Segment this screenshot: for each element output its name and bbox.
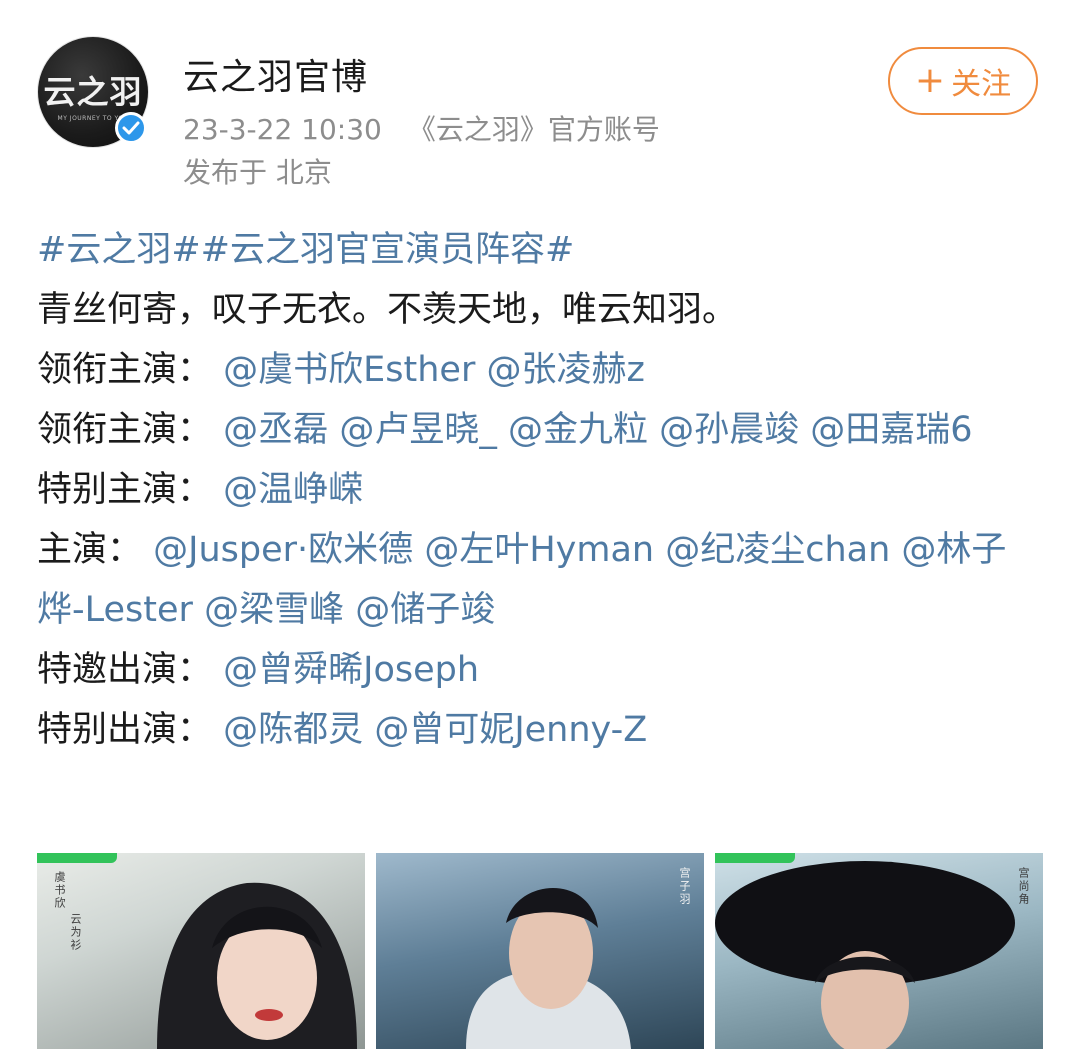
account-name[interactable]: 云之羽官博: [183, 48, 368, 100]
weibo-post: 云之羽 MY JOURNEY TO YOU 云之羽官博 23-3-22 10:3…: [0, 0, 1080, 1049]
hashtag-link[interactable]: #云之羽#: [37, 230, 201, 270]
post-content: #云之羽##云之羽官宣演员阵容# 青丝何寄，叹子无衣。不羡天地，唯云知羽。 领衔…: [37, 220, 1047, 760]
mention-link[interactable]: @孙晨竣: [659, 410, 799, 450]
checkmark-icon: [122, 121, 140, 135]
mention-link[interactable]: @金九粒: [508, 410, 648, 450]
cast-row-label: 领衔主演：: [37, 350, 213, 390]
cast-row-label: 特邀出演：: [37, 650, 213, 690]
hashtag-line: #云之羽##云之羽官宣演员阵容#: [37, 220, 1047, 280]
cast-row: 特别主演： @温峥嵘: [37, 460, 1047, 520]
cast-row: 主演： @Jusper·欧米德 @左叶Hyman @纪凌尘chan @林子烨-L…: [37, 520, 1047, 640]
follow-button[interactable]: + 关注: [888, 47, 1038, 115]
mention-link[interactable]: @Jusper·欧米德: [153, 530, 413, 570]
poster-image[interactable]: 虞书欣 云为衫: [37, 853, 365, 1049]
mention-link[interactable]: @丞磊: [223, 410, 328, 450]
poster-figure: [715, 861, 1015, 1049]
image-grid: 虞书欣 云为衫 宫子羽 宫尚角: [37, 853, 1043, 1049]
mention-link[interactable]: @储子竣: [355, 590, 495, 630]
mention-link[interactable]: @虞书欣Esther: [223, 350, 475, 390]
mention-link[interactable]: @田嘉瑞6: [810, 410, 972, 450]
poster-figure: [466, 888, 631, 1049]
mention-link[interactable]: @张凌赫z: [486, 350, 644, 390]
mention-link[interactable]: @卢昱晓_: [339, 410, 497, 450]
poster-figure: [157, 882, 357, 1049]
tagline: 青丝何寄，叹子无衣。不羡天地，唯云知羽。: [37, 290, 738, 330]
post-location: 发布于 北京: [183, 156, 332, 189]
mention-link[interactable]: @曾舜晞Joseph: [223, 650, 479, 690]
cast-row-label: 特别出演：: [37, 710, 213, 750]
plus-icon: +: [914, 60, 946, 101]
cast-row: 领衔主演： @虞书欣Esther @张凌赫z: [37, 340, 1047, 400]
mention-link[interactable]: @梁雪峰: [204, 590, 344, 630]
cast-row: 特别出演： @陈都灵 @曾可妮Jenny-Z: [37, 700, 1047, 760]
avatar[interactable]: 云之羽 MY JOURNEY TO YOU: [37, 36, 149, 148]
verified-badge-icon: [115, 112, 147, 144]
cast-row-label: 主演：: [37, 530, 143, 570]
post-meta: 23-3-22 10:30 《云之羽》官方账号: [183, 108, 660, 148]
follow-label: 关注: [951, 67, 1012, 102]
hashtag-link[interactable]: #云之羽官宣演员阵容#: [201, 230, 575, 270]
poster-image[interactable]: 宫子羽: [376, 853, 704, 1049]
cast-row-label: 特别主演：: [37, 470, 213, 510]
mention-link[interactable]: @曾可妮Jenny-Z: [374, 710, 647, 750]
cast-row: 领衔主演： @丞磊 @卢昱晓_ @金九粒 @孙晨竣 @田嘉瑞6: [37, 400, 1047, 460]
mention-link[interactable]: @左叶Hyman: [424, 530, 654, 570]
cast-row-label: 领衔主演：: [37, 410, 213, 450]
poster-image[interactable]: 宫尚角: [715, 853, 1043, 1049]
avatar-logo-text: 云之羽: [43, 72, 143, 111]
post-timestamp: 23-3-22 10:30: [183, 113, 382, 146]
cast-row: 特邀出演： @曾舜晞Joseph: [37, 640, 1047, 700]
mention-link[interactable]: @纪凌尘chan: [665, 530, 890, 570]
mention-link[interactable]: @温峥嵘: [223, 470, 363, 510]
account-type: 《云之羽》官方账号: [407, 113, 660, 146]
mention-link[interactable]: @陈都灵: [223, 710, 363, 750]
